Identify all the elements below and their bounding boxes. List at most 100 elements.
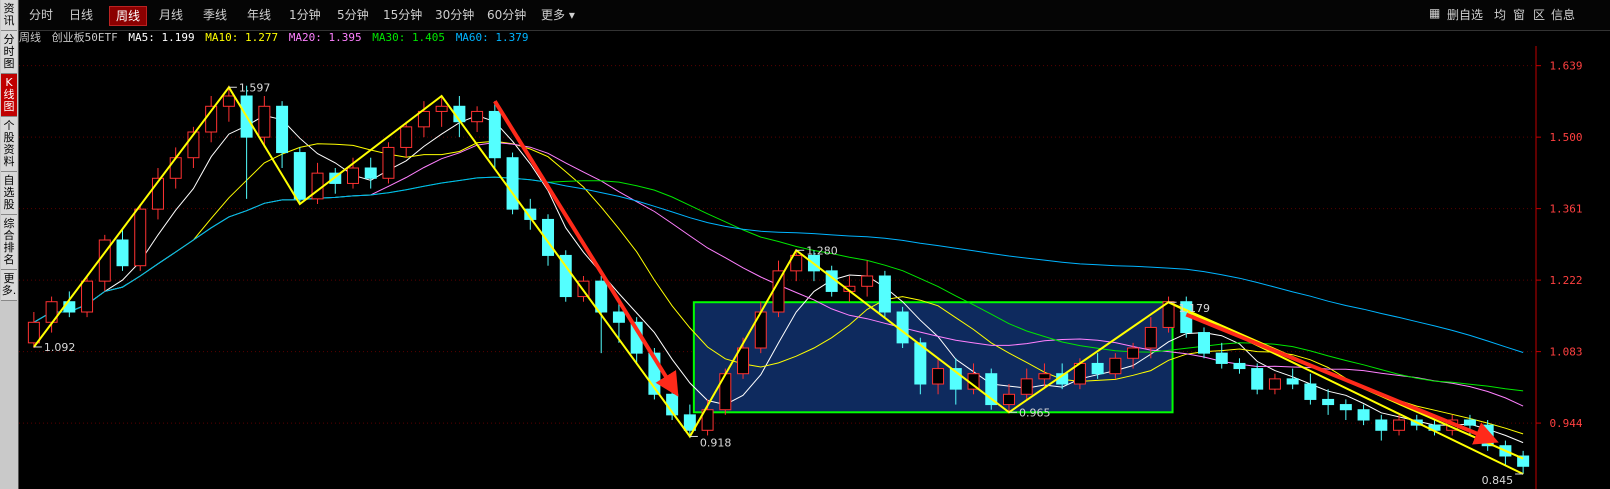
candle-up [471,110,484,123]
candle-up [435,105,448,112]
candle-down [1198,332,1211,354]
tab-11[interactable]: 更多 ▾ [535,6,581,24]
tab-10[interactable]: 60分钟 [481,6,532,24]
candle-down [1215,352,1228,364]
candle-down [1304,383,1317,400]
ma30-value: MA30: 1.405 [372,31,446,44]
candle-up [1393,419,1406,431]
candle-up [1127,347,1140,359]
trend-arrow [1185,312,1499,445]
ma5-value: MA5: 1.199 [128,31,195,44]
candle-down [914,342,927,385]
candle-down [364,167,377,179]
candle-down [612,311,625,323]
candle-up [772,270,785,313]
candle-down [1091,362,1104,375]
sidebar-item-4[interactable]: 自选股 [1,172,17,215]
candle-down [1339,404,1352,411]
candle-down [488,110,501,159]
period-label: 周线 [19,31,41,44]
candle-up [382,146,395,179]
sidebar-item-0[interactable]: 资讯 [1,0,17,31]
peak-label: 0.965 [1019,406,1051,419]
candle-down [1357,409,1370,421]
kline-chart[interactable]: 1.639 1.500 1.361 1.222 1.083 0.944 1.092 1.597… [19,46,1610,489]
candle-up [1038,373,1051,380]
candle-up [1020,378,1033,395]
ma60-value: MA60: 1.379 [455,31,529,44]
tab-3[interactable]: 月线 [153,6,189,24]
candle-down [1251,368,1264,390]
y-tick-label: 1.500 [1549,131,1582,144]
sidebar: 资讯 分时图 K线图 个股资料 自选股 综合排名 更多. [0,0,19,489]
candle-up [400,126,413,148]
tab-8[interactable]: 15分钟 [377,6,428,24]
sidebar-item-5[interactable]: 综合排名 [1,215,17,270]
peak-label: 1.597 [239,81,271,94]
toolbar-button-1[interactable]: 删自选 [1447,6,1483,23]
candle-up [1268,378,1281,390]
candle-down [116,239,129,267]
candle-down [293,152,306,200]
ma-info-bar: 周线 创业板50ETF MA5: 1.199 MA10: 1.277 MA20:… [19,30,533,46]
tab-5[interactable]: 年线 [241,6,277,24]
y-tick-label: 1.639 [1549,60,1582,73]
peak-label: 0.918 [700,436,732,449]
toolbar-button-5[interactable]: 信息 [1551,6,1575,23]
y-tick-label: 0.944 [1549,417,1582,430]
candle-up [861,275,874,287]
candle-up [417,110,430,128]
candle-up [719,373,732,411]
tab-2[interactable]: 周线 [109,6,148,26]
ma20-value: MA20: 1.395 [288,31,362,44]
toolbar-button-4[interactable]: 区 [1533,6,1545,23]
y-tick-label: 1.361 [1549,203,1582,216]
candle-down [1375,419,1388,431]
candle-up [27,321,40,344]
candle-up [81,280,94,313]
toolbar-button-0[interactable]: ▦ [1429,6,1440,20]
toolbar-button-2[interactable]: 均 [1494,6,1506,23]
y-tick-label: 1.083 [1549,346,1582,359]
candle-down [1286,378,1299,385]
candle-up [1144,326,1157,349]
candle-down [1233,362,1246,370]
candle-down [878,275,891,313]
candle-up [1109,357,1122,375]
candle-down [276,105,289,154]
candle-down [506,157,519,210]
sidebar-item-6[interactable]: 更多. [1,270,17,301]
trend-arrow [493,100,679,397]
toolbar-button-3[interactable]: 窗 [1513,6,1525,23]
sidebar-item-3[interactable]: 个股资料 [1,117,17,172]
tab-6[interactable]: 1分钟 [283,6,327,24]
candle-up [222,95,235,107]
peak-label: 1.280 [806,244,838,257]
sidebar-item-1[interactable]: 分时图 [1,31,17,74]
peak-label: 1.092 [44,341,76,354]
tab-1[interactable]: 日线 [63,6,99,24]
candle-down [595,280,608,313]
candle-down [1322,398,1335,406]
peak-label: 0.845 [1482,474,1514,487]
candle-down [1463,419,1476,426]
candle-up [932,368,945,385]
tab-7[interactable]: 5分钟 [331,6,375,24]
ma10-value: MA10: 1.277 [205,31,279,44]
tab-9[interactable]: 30分钟 [429,6,480,24]
tab-0[interactable]: 分时 [23,6,59,24]
candle-up [346,167,359,184]
candle-up [134,208,147,267]
tab-4[interactable]: 季线 [197,6,233,24]
security-name: 创业板50ETF [51,31,118,44]
sidebar-item-2[interactable]: K线图 [1,74,17,117]
candle-up [311,172,324,200]
y-tick-label: 1.222 [1549,274,1582,287]
wave-line [33,85,1524,475]
candle-up [258,105,271,138]
candle-up [1002,393,1015,406]
candle-up [169,157,182,179]
candle-down [63,301,76,313]
period-toolbar: 分时 日线 周线 月线 季线 年线 1分钟 5分钟 15分钟 30分钟 60分钟 更多 ▾ ▦ 删自选均窗… [19,0,1610,31]
peak-label: 1.179 [1179,302,1211,315]
